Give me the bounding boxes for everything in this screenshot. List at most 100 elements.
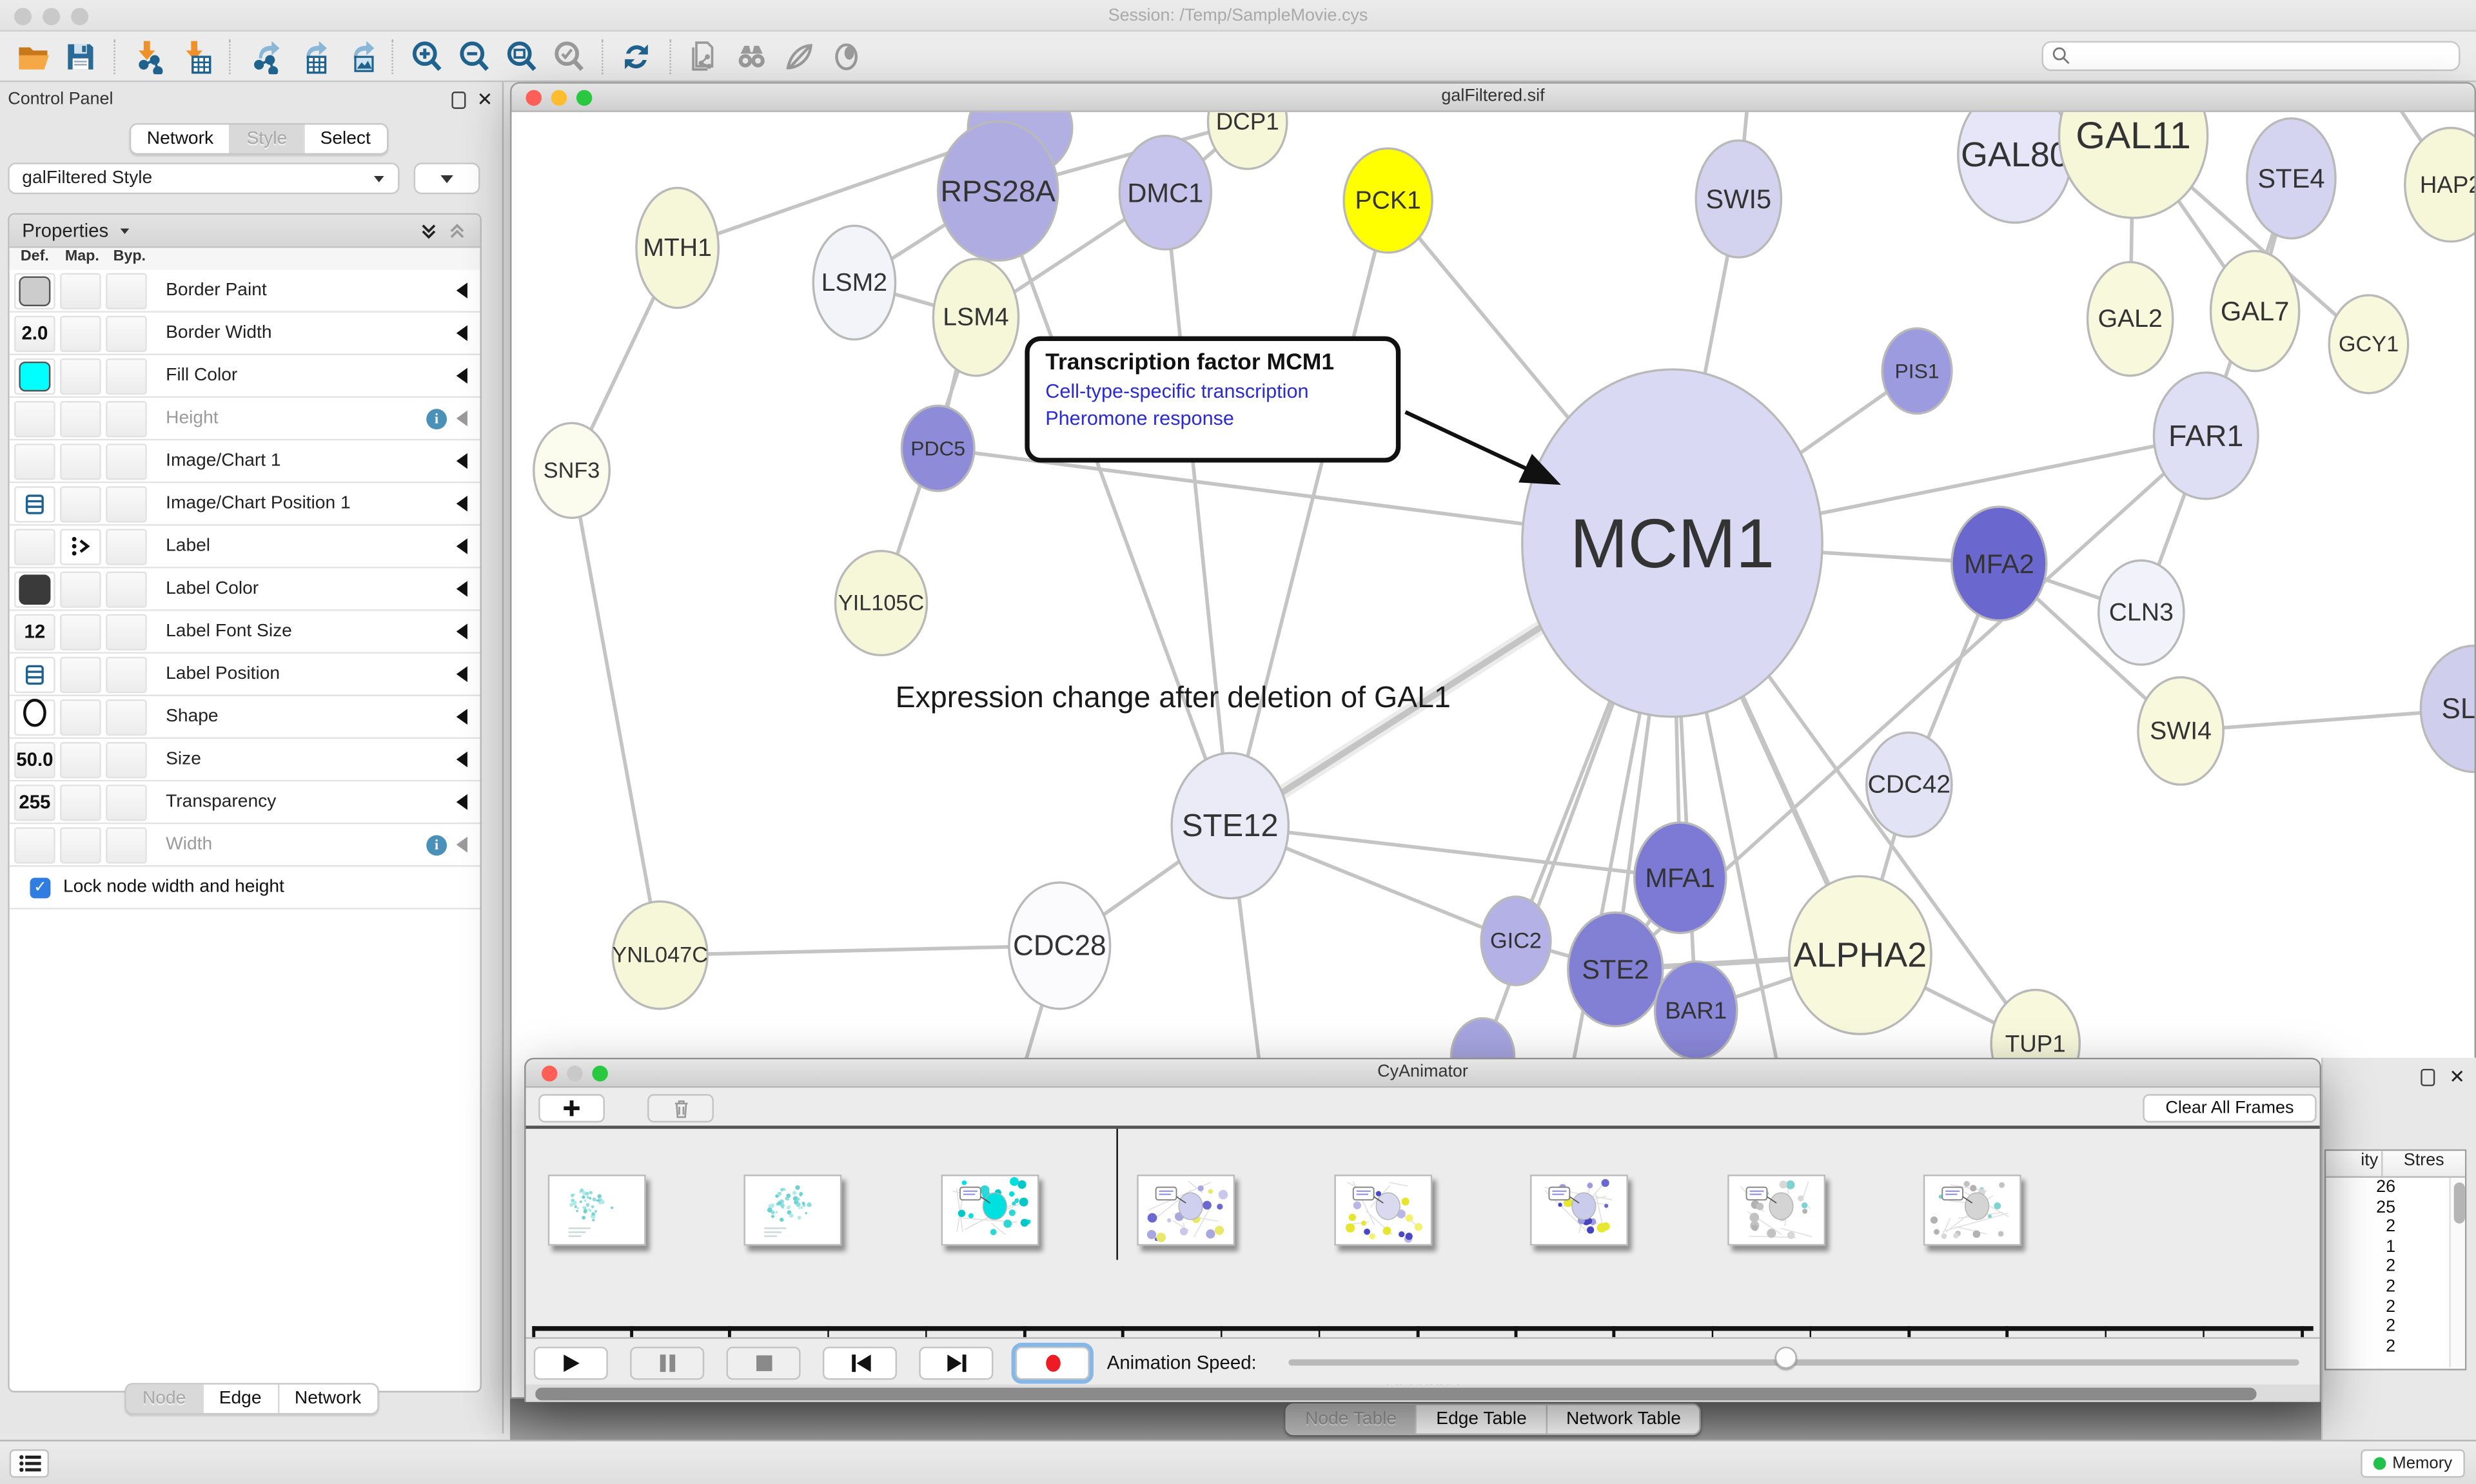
clear-all-frames-button[interactable]: Clear All Frames bbox=[2143, 1094, 2316, 1122]
mapping-cell[interactable] bbox=[60, 656, 101, 692]
bypass-cell[interactable] bbox=[106, 400, 147, 436]
duplicate-network-button[interactable] bbox=[681, 35, 728, 77]
frame-thumbnail-6[interactable] bbox=[1727, 1175, 1825, 1245]
skip-start-button[interactable] bbox=[823, 1347, 897, 1380]
collapse-chevron-icon[interactable] bbox=[457, 623, 467, 639]
node-PCK1[interactable]: PCK1 bbox=[1344, 148, 1432, 253]
mapping-cell[interactable] bbox=[60, 699, 101, 735]
bypass-cell[interactable] bbox=[106, 443, 147, 479]
results-table-row[interactable]: 2 bbox=[2326, 1317, 2465, 1337]
collapse-chevron-icon[interactable] bbox=[457, 496, 467, 511]
property-row-width[interactable]: Widthi bbox=[10, 824, 480, 866]
node-DMC1[interactable]: DMC1 bbox=[1119, 136, 1211, 249]
frame-thumbnail-2[interactable] bbox=[941, 1175, 1039, 1245]
property-row-border-paint[interactable]: Border Paint bbox=[10, 270, 480, 313]
bypass-cell[interactable] bbox=[106, 358, 147, 394]
node-DCP1[interactable]: DCP1 bbox=[1208, 112, 1286, 169]
bypass-cell[interactable] bbox=[106, 656, 147, 692]
close-panel-icon[interactable]: ✕ bbox=[477, 92, 493, 109]
node-PIS1[interactable]: PIS1 bbox=[1882, 328, 1952, 413]
open-button[interactable] bbox=[10, 35, 57, 77]
node-LSM2[interactable]: LSM2 bbox=[813, 226, 895, 339]
hscrollbar-thumb[interactable] bbox=[535, 1387, 2256, 1400]
node-PDC5[interactable]: PDC5 bbox=[901, 405, 974, 491]
node-GCY1[interactable]: GCY1 bbox=[2329, 295, 2408, 393]
node-CDC42[interactable]: CDC42 bbox=[1867, 732, 1952, 837]
node-GAL11[interactable]: GAL11 bbox=[2059, 112, 2207, 218]
node-HAP2[interactable]: HAP2 bbox=[2405, 128, 2475, 241]
frame-thumbnail-7[interactable] bbox=[1923, 1175, 2021, 1245]
bypass-cell[interactable] bbox=[106, 571, 147, 607]
results-table-row[interactable]: 2 bbox=[2326, 1218, 2465, 1238]
node-SWI4[interactable]: SWI4 bbox=[2138, 678, 2223, 785]
node-YIL105C[interactable]: YIL105C bbox=[836, 551, 927, 656]
collapse-chevron-icon[interactable] bbox=[457, 794, 467, 810]
tab-select[interactable]: Select bbox=[303, 124, 387, 153]
play-button[interactable] bbox=[534, 1347, 608, 1380]
bypass-cell[interactable] bbox=[106, 826, 147, 863]
zoom-out-button[interactable] bbox=[450, 35, 497, 77]
tab-network-table[interactable]: Network Table bbox=[1546, 1405, 1700, 1434]
delete-frame-button[interactable] bbox=[647, 1094, 714, 1122]
tab-network[interactable]: Network bbox=[277, 1385, 377, 1413]
node-MFA2[interactable]: MFA2 bbox=[1952, 507, 2047, 620]
zoom-selected-button[interactable] bbox=[545, 35, 592, 77]
node-STE2[interactable]: STE2 bbox=[1568, 913, 1663, 1026]
mapping-cell[interactable] bbox=[60, 485, 101, 522]
node-LSM4[interactable]: LSM4 bbox=[933, 259, 1018, 376]
node-SWI5[interactable]: SWI5 bbox=[1696, 141, 1781, 257]
property-row-image-chart-1[interactable]: Image/Chart 1 bbox=[10, 440, 480, 483]
collapse-chevron-icon[interactable] bbox=[457, 752, 467, 767]
tab-node-table[interactable]: Node Table bbox=[1286, 1405, 1416, 1434]
column-header-stress[interactable]: Stres bbox=[2383, 1151, 2465, 1176]
default-value-cell[interactable] bbox=[14, 272, 55, 308]
node-CLN3[interactable]: CLN3 bbox=[2099, 560, 2184, 665]
export-table-button[interactable] bbox=[288, 35, 335, 77]
mapping-cell[interactable] bbox=[60, 358, 101, 394]
tab-network[interactable]: Network bbox=[131, 124, 229, 153]
node-GIC2[interactable]: GIC2 bbox=[1481, 897, 1551, 985]
export-image-button[interactable] bbox=[335, 35, 382, 77]
info-icon[interactable]: i bbox=[426, 834, 447, 855]
node-CDC28[interactable]: CDC28 bbox=[1009, 883, 1110, 1009]
timeline-playhead[interactable] bbox=[1115, 1129, 1118, 1260]
node-STE12[interactable]: STE12 bbox=[1172, 753, 1288, 898]
bypass-cell[interactable] bbox=[106, 741, 147, 777]
results-table[interactable]: ity Stres 26252122222 bbox=[2324, 1149, 2466, 1371]
property-row-transparency[interactable]: 255Transparency bbox=[10, 781, 480, 824]
export-network-button[interactable] bbox=[240, 35, 287, 77]
mapping-cell[interactable] bbox=[60, 315, 101, 351]
default-value-cell[interactable] bbox=[14, 699, 55, 735]
cyanimator-titlebar[interactable]: CyAnimator bbox=[526, 1059, 2320, 1088]
float-panel-icon[interactable] bbox=[2421, 1069, 2435, 1086]
expand-all-icon[interactable] bbox=[418, 220, 439, 241]
node-SNF3[interactable]: SNF3 bbox=[534, 423, 610, 518]
mapping-cell[interactable] bbox=[60, 571, 101, 607]
import-table-button[interactable] bbox=[172, 35, 219, 77]
property-row-label-position[interactable]: Label Position bbox=[10, 654, 480, 696]
bypass-cell[interactable] bbox=[106, 784, 147, 820]
node-GAL2[interactable]: GAL2 bbox=[2088, 262, 2173, 376]
collapse-chevron-icon[interactable] bbox=[457, 538, 467, 554]
bypass-cell[interactable] bbox=[106, 315, 147, 351]
default-value-cell[interactable] bbox=[14, 528, 55, 564]
hide-details-button[interactable] bbox=[775, 35, 822, 77]
node-ALPHA2[interactable]: ALPHA2 bbox=[1789, 876, 1931, 1034]
property-row-label-color[interactable]: Label Color bbox=[10, 569, 480, 611]
frame-thumbnail-1[interactable] bbox=[745, 1175, 843, 1245]
task-history-button[interactable] bbox=[10, 1449, 49, 1478]
mapping-cell[interactable] bbox=[60, 400, 101, 436]
property-row-height[interactable]: Heighti bbox=[10, 398, 480, 440]
bypass-cell[interactable] bbox=[106, 485, 147, 522]
collapse-chevron-icon[interactable] bbox=[457, 453, 467, 469]
record-button[interactable] bbox=[1016, 1347, 1090, 1380]
results-table-row[interactable]: 26 bbox=[2326, 1178, 2465, 1198]
node-RPS28A[interactable]: RPS28A bbox=[938, 122, 1058, 261]
tab-edge[interactable]: Edge bbox=[202, 1385, 277, 1413]
node-BAR1[interactable]: BAR1 bbox=[1655, 961, 1737, 1059]
network-window-titlebar[interactable]: galFiltered.sif bbox=[511, 84, 2474, 112]
default-value-cell[interactable] bbox=[14, 571, 55, 607]
mapping-cell[interactable] bbox=[60, 613, 101, 649]
collapse-chevron-icon[interactable] bbox=[457, 837, 467, 852]
show-details-button[interactable] bbox=[823, 35, 870, 77]
